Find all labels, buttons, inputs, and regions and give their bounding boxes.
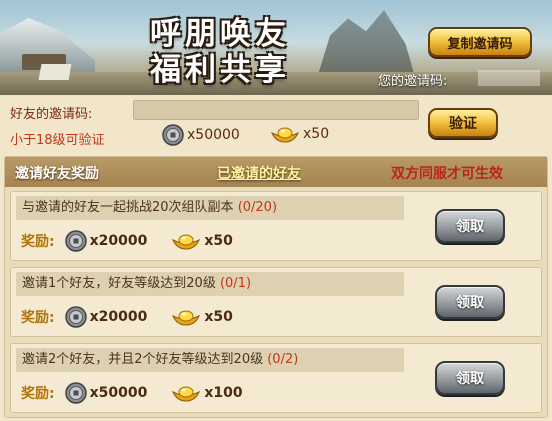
- task-progress: (0/20): [237, 200, 278, 215]
- task-progress: (0/1): [219, 276, 252, 291]
- verify-coin-amount: x50000: [187, 127, 240, 143]
- same-server-note: 双方同服才可生效: [391, 166, 503, 182]
- reward-task-card: 与邀请的好友一起挑战20次组队副本 (0/20) 奖励: x20000 x50: [10, 191, 542, 261]
- coin-icon: [64, 306, 87, 328]
- reward-ingot-amount: x50: [204, 309, 233, 325]
- banner-title-line2: 福利共享: [150, 52, 290, 88]
- copy-invite-code-button[interactable]: 复制邀请码: [428, 27, 532, 57]
- task-description: 邀请1个好友，好友等级达到20级 (0/1): [16, 272, 404, 296]
- claim-button[interactable]: 领取: [435, 361, 505, 395]
- tab-invite-rewards[interactable]: 邀请好友奖励: [15, 163, 99, 183]
- friend-code-label: 好友的邀请码:: [10, 107, 93, 122]
- gold-ingot-icon: [270, 127, 300, 143]
- verify-coin-cost: x50000: [162, 124, 240, 146]
- level-requirement-note: 小于18级可验证: [10, 133, 105, 148]
- my-invite-code-value: [478, 70, 540, 86]
- gold-ingot-icon: [172, 386, 201, 402]
- coin-icon: [162, 124, 184, 146]
- rewards-panel-header: 邀请好友奖励 已邀请的好友 双方同服才可生效: [5, 157, 547, 187]
- friend-code-input[interactable]: [133, 100, 419, 120]
- coin-icon: [64, 382, 87, 404]
- task-rewards: 奖励: x50000 x100: [21, 380, 267, 406]
- claim-button[interactable]: 领取: [435, 285, 505, 319]
- task-rewards: 奖励: x20000 x50: [21, 304, 257, 330]
- task-desc-text: 与邀请的好友一起挑战20次组队副本: [22, 200, 234, 215]
- my-invite-code-label: 您的邀请码:: [378, 74, 448, 89]
- reward-label: 奖励:: [21, 386, 55, 402]
- reward-ingot-amount: x100: [204, 385, 243, 401]
- task-rewards: 奖励: x20000 x50: [21, 228, 257, 254]
- reward-task-card: 邀请1个好友，好友等级达到20级 (0/1) 奖励: x20000 x50 领取: [10, 267, 542, 337]
- gold-ingot-icon: [172, 234, 201, 250]
- verify-button[interactable]: 验证: [428, 108, 498, 138]
- reward-coin-amount: x50000: [89, 385, 148, 401]
- task-description: 邀请2个好友，并且2个好友等级达到20级 (0/2): [16, 348, 404, 372]
- reward-coin-amount: x20000: [89, 309, 148, 325]
- invite-friends-window: 呼朋唤友 福利共享 复制邀请码 您的邀请码: 好友的邀请码: 小于18级可验证 …: [0, 0, 552, 421]
- task-progress: (0/2): [267, 352, 299, 367]
- verify-ingot-amount: x50: [303, 126, 330, 142]
- claim-button[interactable]: 领取: [435, 209, 505, 243]
- coin-icon: [64, 230, 87, 252]
- tab-invited-friends[interactable]: 已邀请的好友: [217, 163, 301, 183]
- banner-cloth-art: [38, 64, 72, 80]
- rewards-panel: 邀请好友奖励 已邀请的好友 双方同服才可生效 与邀请的好友一起挑战20次组队副本…: [4, 156, 548, 418]
- reward-label: 奖励:: [21, 310, 55, 326]
- task-description: 与邀请的好友一起挑战20次组队副本 (0/20): [16, 196, 404, 220]
- gold-ingot-icon: [172, 310, 201, 326]
- reward-task-card: 邀请2个好友，并且2个好友等级达到20级 (0/2) 奖励: x50000 x1…: [10, 343, 542, 413]
- reward-coin-amount: x20000: [89, 233, 148, 249]
- reward-ingot-amount: x50: [204, 233, 233, 249]
- task-desc-text: 邀请1个好友，好友等级达到20级: [22, 276, 216, 291]
- task-desc-text: 邀请2个好友，并且2个好友等级达到20级: [22, 352, 264, 367]
- reward-label: 奖励:: [21, 234, 55, 250]
- banner: 呼朋唤友 福利共享 复制邀请码 您的邀请码:: [0, 0, 552, 95]
- verify-ingot-cost: x50: [270, 124, 329, 144]
